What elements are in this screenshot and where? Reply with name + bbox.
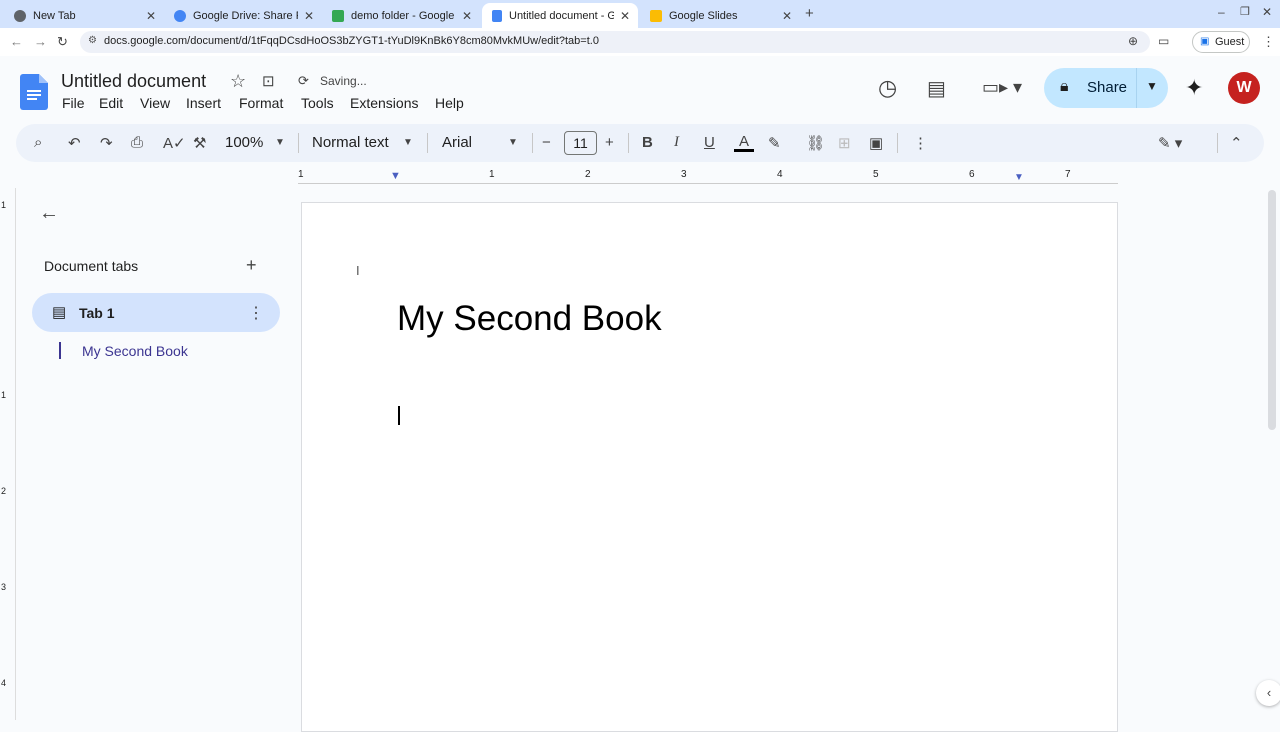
search-menus-icon[interactable]: ⌕ (34, 134, 42, 151)
side-panel-toggle-icon[interactable]: ‹ (1256, 680, 1280, 706)
toolbar: ⌕ ↶ ↷ ⎙ A✓ ⚒ 100% ▼ Normal text ▼ Arial … (16, 124, 1264, 162)
font-size-input[interactable]: 11 (564, 131, 597, 155)
browser-tab[interactable]: demo folder - Google Drive✕ (322, 3, 480, 28)
style-dropdown-icon[interactable]: ▼ (403, 137, 413, 148)
share-dropdown-icon[interactable]: ▼ (1146, 79, 1158, 93)
menu-tools[interactable]: Tools (301, 95, 334, 111)
browser-tab-bar: New Tab✕ Google Drive: Share Files✕ demo… (0, 0, 1280, 28)
menu-help[interactable]: Help (435, 95, 464, 111)
right-indent-marker[interactable]: ▼ (1014, 172, 1024, 183)
menu-view[interactable]: View (140, 95, 170, 111)
docs-icon (492, 9, 502, 22)
document-heading[interactable]: My Second Book (397, 299, 662, 339)
italic-button[interactable]: I (674, 134, 679, 151)
document-title[interactable]: Untitled document (61, 71, 206, 92)
menu-format[interactable]: Format (239, 95, 283, 111)
move-folder-icon[interactable]: ⊡ (262, 72, 275, 90)
version-history-icon[interactable]: ◷ (878, 75, 897, 101)
menu-extensions[interactable]: Extensions (350, 95, 418, 111)
menu-file[interactable]: File (62, 95, 85, 111)
text-color-button[interactable]: A (734, 134, 754, 152)
paragraph-style-select[interactable]: Normal text (312, 134, 389, 151)
indent-marker[interactable]: ▼ (390, 170, 401, 182)
lock-icon: 🔒︎ (1060, 78, 1069, 95)
document-page[interactable]: I My Second Book (301, 202, 1118, 732)
sync-icon: ⟳ (298, 73, 309, 88)
zoom-select[interactable]: 100% (225, 134, 263, 151)
zoom-dropdown-icon[interactable]: ▼ (275, 137, 285, 148)
vertical-ruler[interactable]: 1 1 2 3 4 (0, 188, 16, 720)
menu-edit[interactable]: Edit (99, 95, 123, 111)
outline-indicator (59, 342, 61, 359)
profile-button[interactable]: ▣ Guest (1192, 31, 1250, 53)
underline-button[interactable]: U (704, 134, 715, 151)
drive-icon (332, 9, 344, 22)
tab-options-icon[interactable]: ⋮ (248, 303, 264, 323)
share-button[interactable]: 🔒︎ Share ▼ (1044, 68, 1168, 108)
add-comment-icon[interactable]: ⊞ (838, 134, 851, 152)
back-arrow-icon[interactable]: ← (39, 202, 59, 225)
more-options-icon[interactable]: ⋮ (913, 134, 928, 152)
forward-icon[interactable]: → (34, 34, 47, 49)
star-icon[interactable]: ☆ (230, 71, 246, 92)
browser-tab[interactable]: Google Drive: Share Files✕ (164, 3, 322, 28)
font-select[interactable]: Arial (442, 134, 472, 151)
save-status: Saving... (320, 74, 367, 88)
text-cursor-icon: I (356, 263, 360, 278)
outline-item[interactable]: My Second Book (82, 343, 188, 359)
url-input[interactable]: ⚙ docs.google.com/document/d/1tFqqDCsdHoO… (80, 31, 1150, 53)
back-icon[interactable]: ← (10, 34, 23, 49)
browser-menu-icon[interactable]: ⋮ (1262, 34, 1275, 50)
close-tab-icon[interactable]: ✕ (304, 9, 314, 23)
maximize-button[interactable]: ❐ (1240, 5, 1250, 18)
horizontal-ruler[interactable]: 1 1 2 3 4 5 6 7 ▼ ▼ (298, 166, 1118, 186)
close-tab-icon[interactable]: ✕ (620, 9, 630, 23)
editing-mode-icon[interactable]: ✎ ▾ (1158, 134, 1182, 152)
redo-icon[interactable]: ↷ (100, 134, 113, 152)
meet-icon[interactable]: ▭▸ ▾ (982, 77, 1022, 98)
add-tab-button[interactable]: + (246, 255, 257, 276)
zoom-icon[interactable]: ⊕ (1128, 34, 1138, 48)
text-caret (398, 406, 400, 425)
reload-icon[interactable]: ↻ (57, 34, 68, 50)
close-window-button[interactable]: ✕ (1262, 5, 1272, 19)
slides-icon (650, 9, 662, 22)
google-icon (174, 9, 186, 22)
menu-insert[interactable]: Insert (186, 95, 221, 111)
cast-icon[interactable]: ▭ (1158, 34, 1169, 48)
gemini-icon[interactable]: ✦ (1185, 75, 1203, 101)
insert-link-icon[interactable]: ⛓ (806, 134, 825, 152)
insert-image-icon[interactable]: ▣ (869, 134, 883, 152)
new-tab-button[interactable]: + (805, 5, 814, 22)
decrease-font-size-button[interactable]: − (542, 134, 551, 151)
address-bar-row: ← → ↻ ⚙ docs.google.com/document/d/1tFqqD… (0, 28, 1280, 56)
hide-menus-icon[interactable]: ⌃ (1230, 134, 1243, 152)
paint-format-icon[interactable]: ⚒ (193, 134, 206, 152)
sidebar-tab-1[interactable]: ▤ Tab 1 ⋮ (32, 293, 280, 332)
document-icon: ▤ (52, 304, 67, 321)
scrollbar-thumb[interactable] (1268, 190, 1276, 430)
site-settings-icon[interactable]: ⚙ (88, 35, 97, 46)
undo-icon[interactable]: ↶ (68, 134, 81, 152)
comments-icon[interactable]: ▤ (927, 76, 946, 101)
globe-icon (14, 9, 26, 22)
close-tab-icon[interactable]: ✕ (146, 9, 156, 23)
increase-font-size-button[interactable]: + (605, 134, 614, 151)
bold-button[interactable]: B (642, 134, 653, 151)
font-dropdown-icon[interactable]: ▼ (508, 137, 518, 148)
person-icon: ▣ (1200, 36, 1210, 47)
print-icon[interactable]: ⎙ (131, 134, 143, 151)
highlight-icon[interactable]: ✎ (768, 134, 781, 152)
close-tab-icon[interactable]: ✕ (782, 9, 792, 23)
close-tab-icon[interactable]: ✕ (462, 9, 472, 23)
avatar[interactable]: W (1228, 72, 1260, 104)
minimize-button[interactable]: – (1218, 5, 1225, 19)
spellcheck-icon[interactable]: A✓ (163, 134, 186, 152)
docs-logo-icon[interactable] (20, 74, 48, 110)
document-tabs-heading: Document tabs (44, 258, 139, 274)
browser-tab[interactable]: Google Slides ✕ (640, 3, 800, 28)
browser-tab-active[interactable]: Untitled document - Google Docs✕ (482, 3, 638, 28)
browser-tab[interactable]: New Tab ✕ (4, 3, 164, 28)
